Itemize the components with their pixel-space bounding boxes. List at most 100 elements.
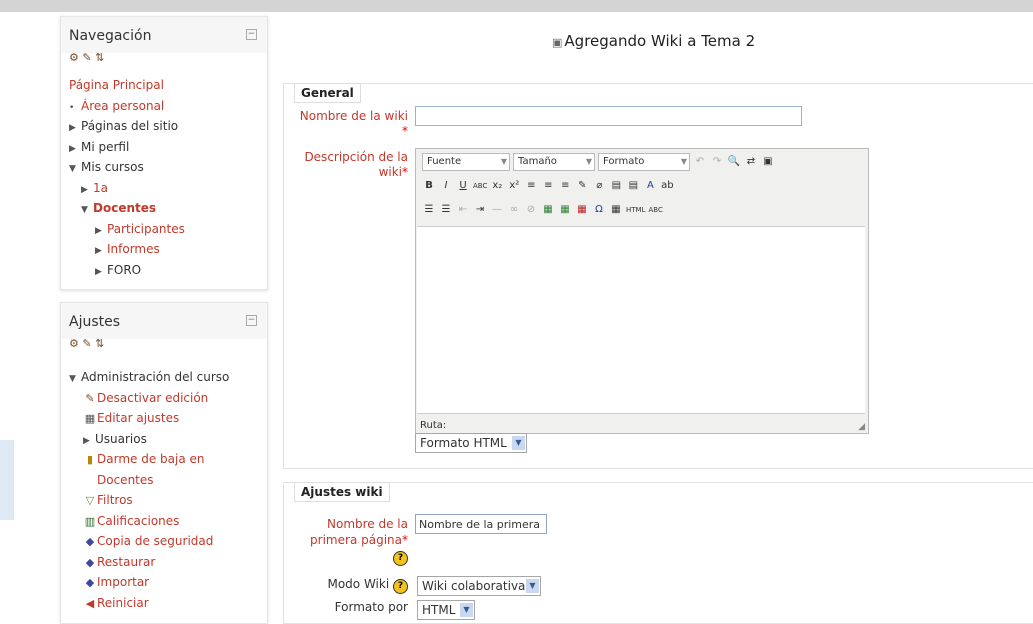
default-format-value: HTML <box>422 603 456 617</box>
settings-item-darme-de-baja[interactable]: ▮ Darme de baja en <box>69 449 263 470</box>
first-page-name-input[interactable]: Nombre de la primera <box>415 514 547 534</box>
italic-icon[interactable]: I <box>439 178 453 194</box>
editor-text-area[interactable] <box>417 226 865 414</box>
settings-item-editar-ajustes[interactable]: ▦ Editar ajustes <box>69 408 263 429</box>
replace-icon[interactable]: ⇄ <box>744 154 758 170</box>
paste-text-icon[interactable]: ▤ <box>609 178 623 194</box>
filter-icon: ▽ <box>85 494 95 507</box>
expanded-arrow-icon: ▼ <box>69 374 76 384</box>
settings-item-label: Restaurar <box>97 554 156 569</box>
table-icon[interactable]: ▦ <box>575 202 589 218</box>
page-title-text: Agregando Wiki a Tema 2 <box>564 32 756 50</box>
bullet-list-icon[interactable]: ☰ <box>422 202 436 218</box>
wiki-description-label: Descripción de la wiki* <box>290 150 408 180</box>
numbered-list-icon[interactable]: ☰ <box>439 202 453 218</box>
expanded-arrow-icon: ▼ <box>69 164 76 174</box>
nav-item-foro[interactable]: ▶ FORO <box>69 260 263 281</box>
settings-item-importar[interactable]: ◆ Importar <box>69 572 263 593</box>
align-center-icon[interactable]: ≡ <box>541 178 555 194</box>
settings-item-label: Importar <box>97 575 150 589</box>
text-color-icon[interactable]: A <box>643 178 657 194</box>
outdent-icon[interactable]: ⇤ <box>456 202 470 218</box>
nav-item-label: Docentes <box>93 201 157 215</box>
nav-item-mi-perfil[interactable]: ▶ Mi perfil <box>69 137 263 158</box>
settings-item-copia-de-seguridad[interactable]: ◆ Copia de seguridad <box>69 531 263 552</box>
block-tools-icon[interactable]: ⚙ ✎ ⇅ <box>69 51 104 64</box>
nav-item-mis-cursos[interactable]: ▼ Mis cursos <box>69 157 263 178</box>
default-format-label: Formato por <box>290 600 408 615</box>
image-icon[interactable]: ▦ <box>541 202 555 218</box>
default-format-label-text: Formato por <box>334 600 408 614</box>
font-select-value: Fuente <box>427 156 462 167</box>
bold-icon[interactable]: B <box>422 178 436 194</box>
collapsed-arrow-icon: ▶ <box>81 184 88 195</box>
first-page-label: Nombre de la primera página* ? <box>290 516 408 566</box>
collapsed-arrow-icon: ▶ <box>69 143 76 154</box>
nav-item-label: 1a <box>93 180 108 195</box>
nav-item-area-personal[interactable]: • Área personal <box>69 96 263 117</box>
spellcheck-icon[interactable]: ABC <box>648 202 662 218</box>
align-right-icon[interactable]: ≡ <box>558 178 572 194</box>
find-icon[interactable]: 🔍 <box>727 154 741 170</box>
html-editor: Fuente ▼ Tamaño ▼ Formato ▼ ↶ ↷ 🔍 ⇄ ▣ B I U… <box>415 148 869 434</box>
fullscreen-icon[interactable]: ▣ <box>761 154 775 170</box>
resize-handle-icon[interactable]: ◢ <box>858 422 865 432</box>
underline-icon[interactable]: U <box>456 178 470 194</box>
general-legend[interactable]: General <box>294 83 361 103</box>
redo-icon[interactable]: ↷ <box>710 154 724 170</box>
collapse-icon[interactable]: − <box>246 29 257 40</box>
link-icon[interactable]: ∞ <box>507 202 521 218</box>
remove-format-icon[interactable]: ⌀ <box>592 178 606 194</box>
html-source-icon[interactable]: HTML <box>626 202 645 218</box>
nav-item-pagina-principal[interactable]: Página Principal <box>69 75 263 96</box>
left-edge-decoration <box>0 440 14 520</box>
block-tools-icon[interactable]: ⚙ ✎ ⇅ <box>69 337 104 350</box>
format-select[interactable]: Formato ▼ <box>598 153 690 171</box>
unlink-icon[interactable]: ⊘ <box>524 202 538 218</box>
paste-word-icon[interactable]: ▤ <box>626 178 640 194</box>
strikethrough-icon[interactable]: ABC <box>473 178 487 194</box>
font-select[interactable]: Fuente ▼ <box>422 153 510 171</box>
indent-icon[interactable]: ⇥ <box>473 202 487 218</box>
nolink-icon[interactable]: ▦ <box>609 202 623 218</box>
collapse-icon[interactable]: − <box>246 315 257 326</box>
editor-toolbar-row-3: ☰ ☰ ⇤ ⇥ — ∞ ⊘ ▦ ▦ ▦ Ω ▦ HTML ABC <box>422 200 663 220</box>
nav-item-informes[interactable]: ▶ Informes <box>69 239 263 260</box>
settings-item-usuarios[interactable]: ▶ Usuarios <box>69 429 263 450</box>
settings-item-administracion-curso[interactable]: ▼ Administración del curso <box>69 367 263 388</box>
subscript-icon[interactable]: x₂ <box>490 178 504 194</box>
nav-item-participantes[interactable]: ▶ Participantes <box>69 219 263 240</box>
undo-icon[interactable]: ↶ <box>693 154 707 170</box>
backup-icon: ◆ <box>85 535 95 548</box>
background-color-icon[interactable]: ab <box>660 178 674 194</box>
settings-item-label: Reiniciar <box>97 595 149 610</box>
nav-item-docentes[interactable]: ▼ Docentes <box>69 198 263 219</box>
clean-up-icon[interactable]: ✎ <box>575 178 589 194</box>
edit-icon: ✎ <box>85 391 95 405</box>
help-icon[interactable]: ? <box>393 551 408 566</box>
wiki-mode-value: Wiki colaborativa <box>422 579 526 593</box>
nav-item-paginas-del-sitio[interactable]: ▶ Páginas del sitio <box>69 116 263 137</box>
horizontal-rule-icon[interactable]: — <box>490 202 504 218</box>
align-left-icon[interactable]: ≡ <box>524 178 538 194</box>
default-format-dropdown[interactable]: HTML ▼ <box>417 600 475 620</box>
required-marker: * <box>402 124 408 138</box>
bullet-icon: • <box>69 102 75 113</box>
settings-item-darme-de-baja-line2[interactable]: Docentes <box>69 470 263 491</box>
wiki-mode-dropdown[interactable]: Wiki colaborativa ▼ <box>417 576 541 596</box>
page-title: ▣ Agregando Wiki a Tema 2 <box>552 32 755 50</box>
size-select[interactable]: Tamaño ▼ <box>513 153 595 171</box>
nav-item-1a[interactable]: ▶ 1a <box>69 178 263 199</box>
help-icon[interactable]: ? <box>393 579 408 594</box>
settings-item-desactivar-edicion[interactable]: ✎ Desactivar edición <box>69 388 263 409</box>
media-icon[interactable]: ▦ <box>558 202 572 218</box>
settings-item-restaurar[interactable]: ◆ Restaurar <box>69 552 263 573</box>
wiki-name-input[interactable] <box>415 106 802 126</box>
settings-item-label: Filtros <box>97 493 133 507</box>
format-dropdown[interactable]: Formato HTML ▼ <box>415 433 527 453</box>
settings-item-calificaciones[interactable]: ▥ Calificaciones <box>69 511 263 532</box>
special-character-icon[interactable]: Ω <box>592 202 606 218</box>
wiki-settings-legend[interactable]: Ajustes wiki <box>294 482 390 502</box>
superscript-icon[interactable]: x² <box>507 178 521 194</box>
settings-item-filtros[interactable]: ▽ Filtros <box>69 490 263 511</box>
